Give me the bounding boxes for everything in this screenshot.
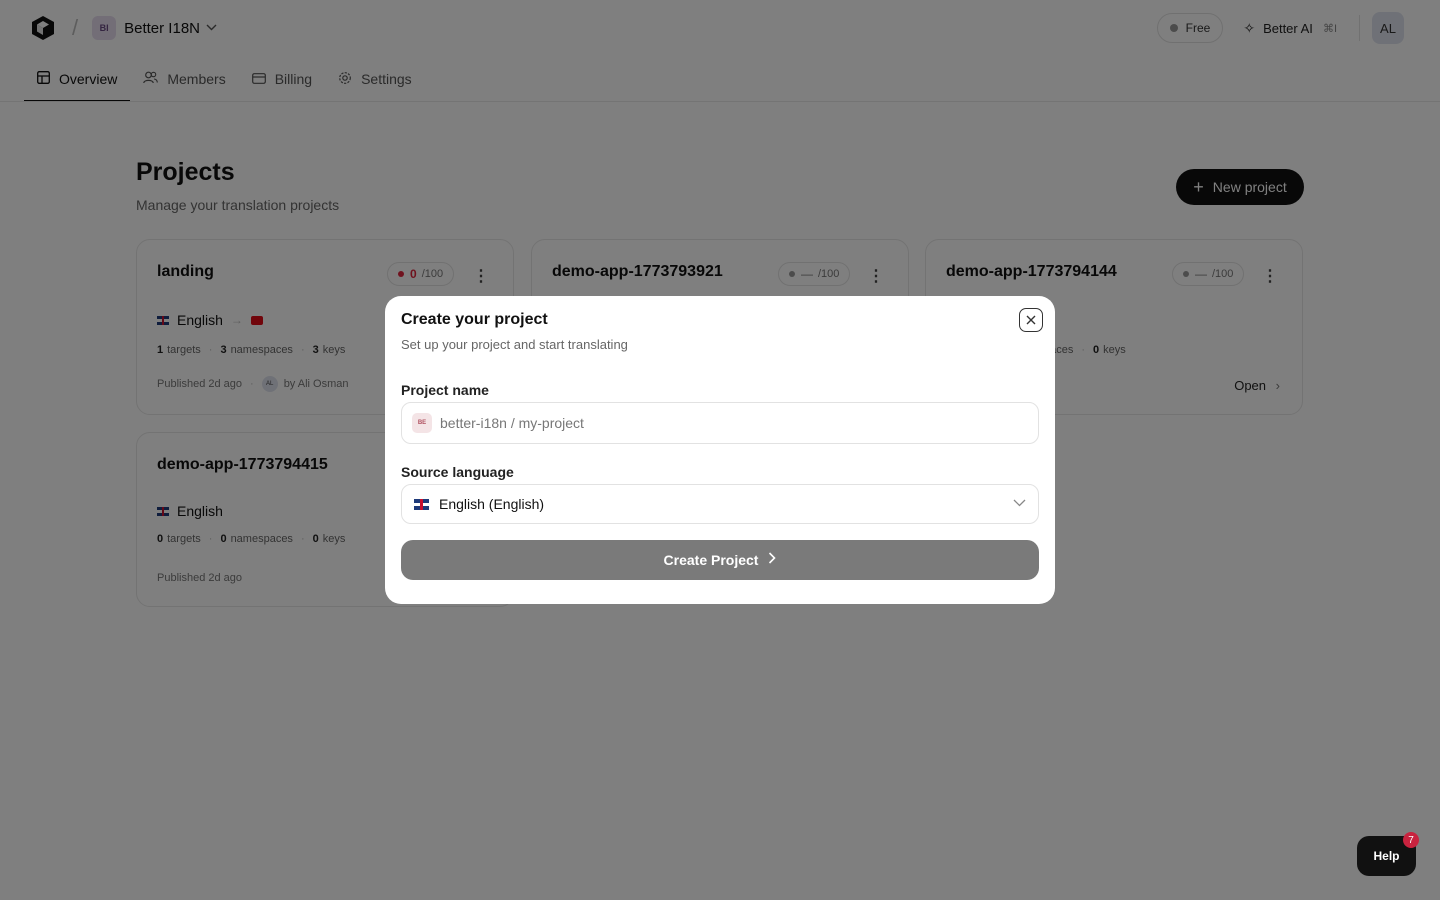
org-prefix-badge: BE (412, 413, 432, 433)
create-project-label: Create Project (663, 552, 759, 568)
notification-badge: 7 (1403, 832, 1419, 848)
chevron-down-icon (1013, 498, 1026, 510)
project-name-label: Project name (401, 382, 489, 398)
close-icon[interactable] (1019, 308, 1043, 332)
source-language-select[interactable]: English (English) (401, 484, 1039, 524)
dialog-title: Create your project (401, 311, 548, 328)
uk-flag-icon (414, 498, 429, 510)
source-language-label: Source language (401, 464, 514, 480)
dialog-subtitle: Set up your project and start translatin… (401, 337, 628, 352)
source-language-value: English (English) (439, 496, 545, 512)
create-project-dialog: Create your project Set up your project … (385, 296, 1055, 604)
project-name-input[interactable] (440, 415, 1000, 431)
create-project-button[interactable]: Create Project (401, 540, 1039, 580)
project-name-field[interactable]: BE (401, 402, 1039, 444)
chevron-right-icon (768, 551, 777, 569)
